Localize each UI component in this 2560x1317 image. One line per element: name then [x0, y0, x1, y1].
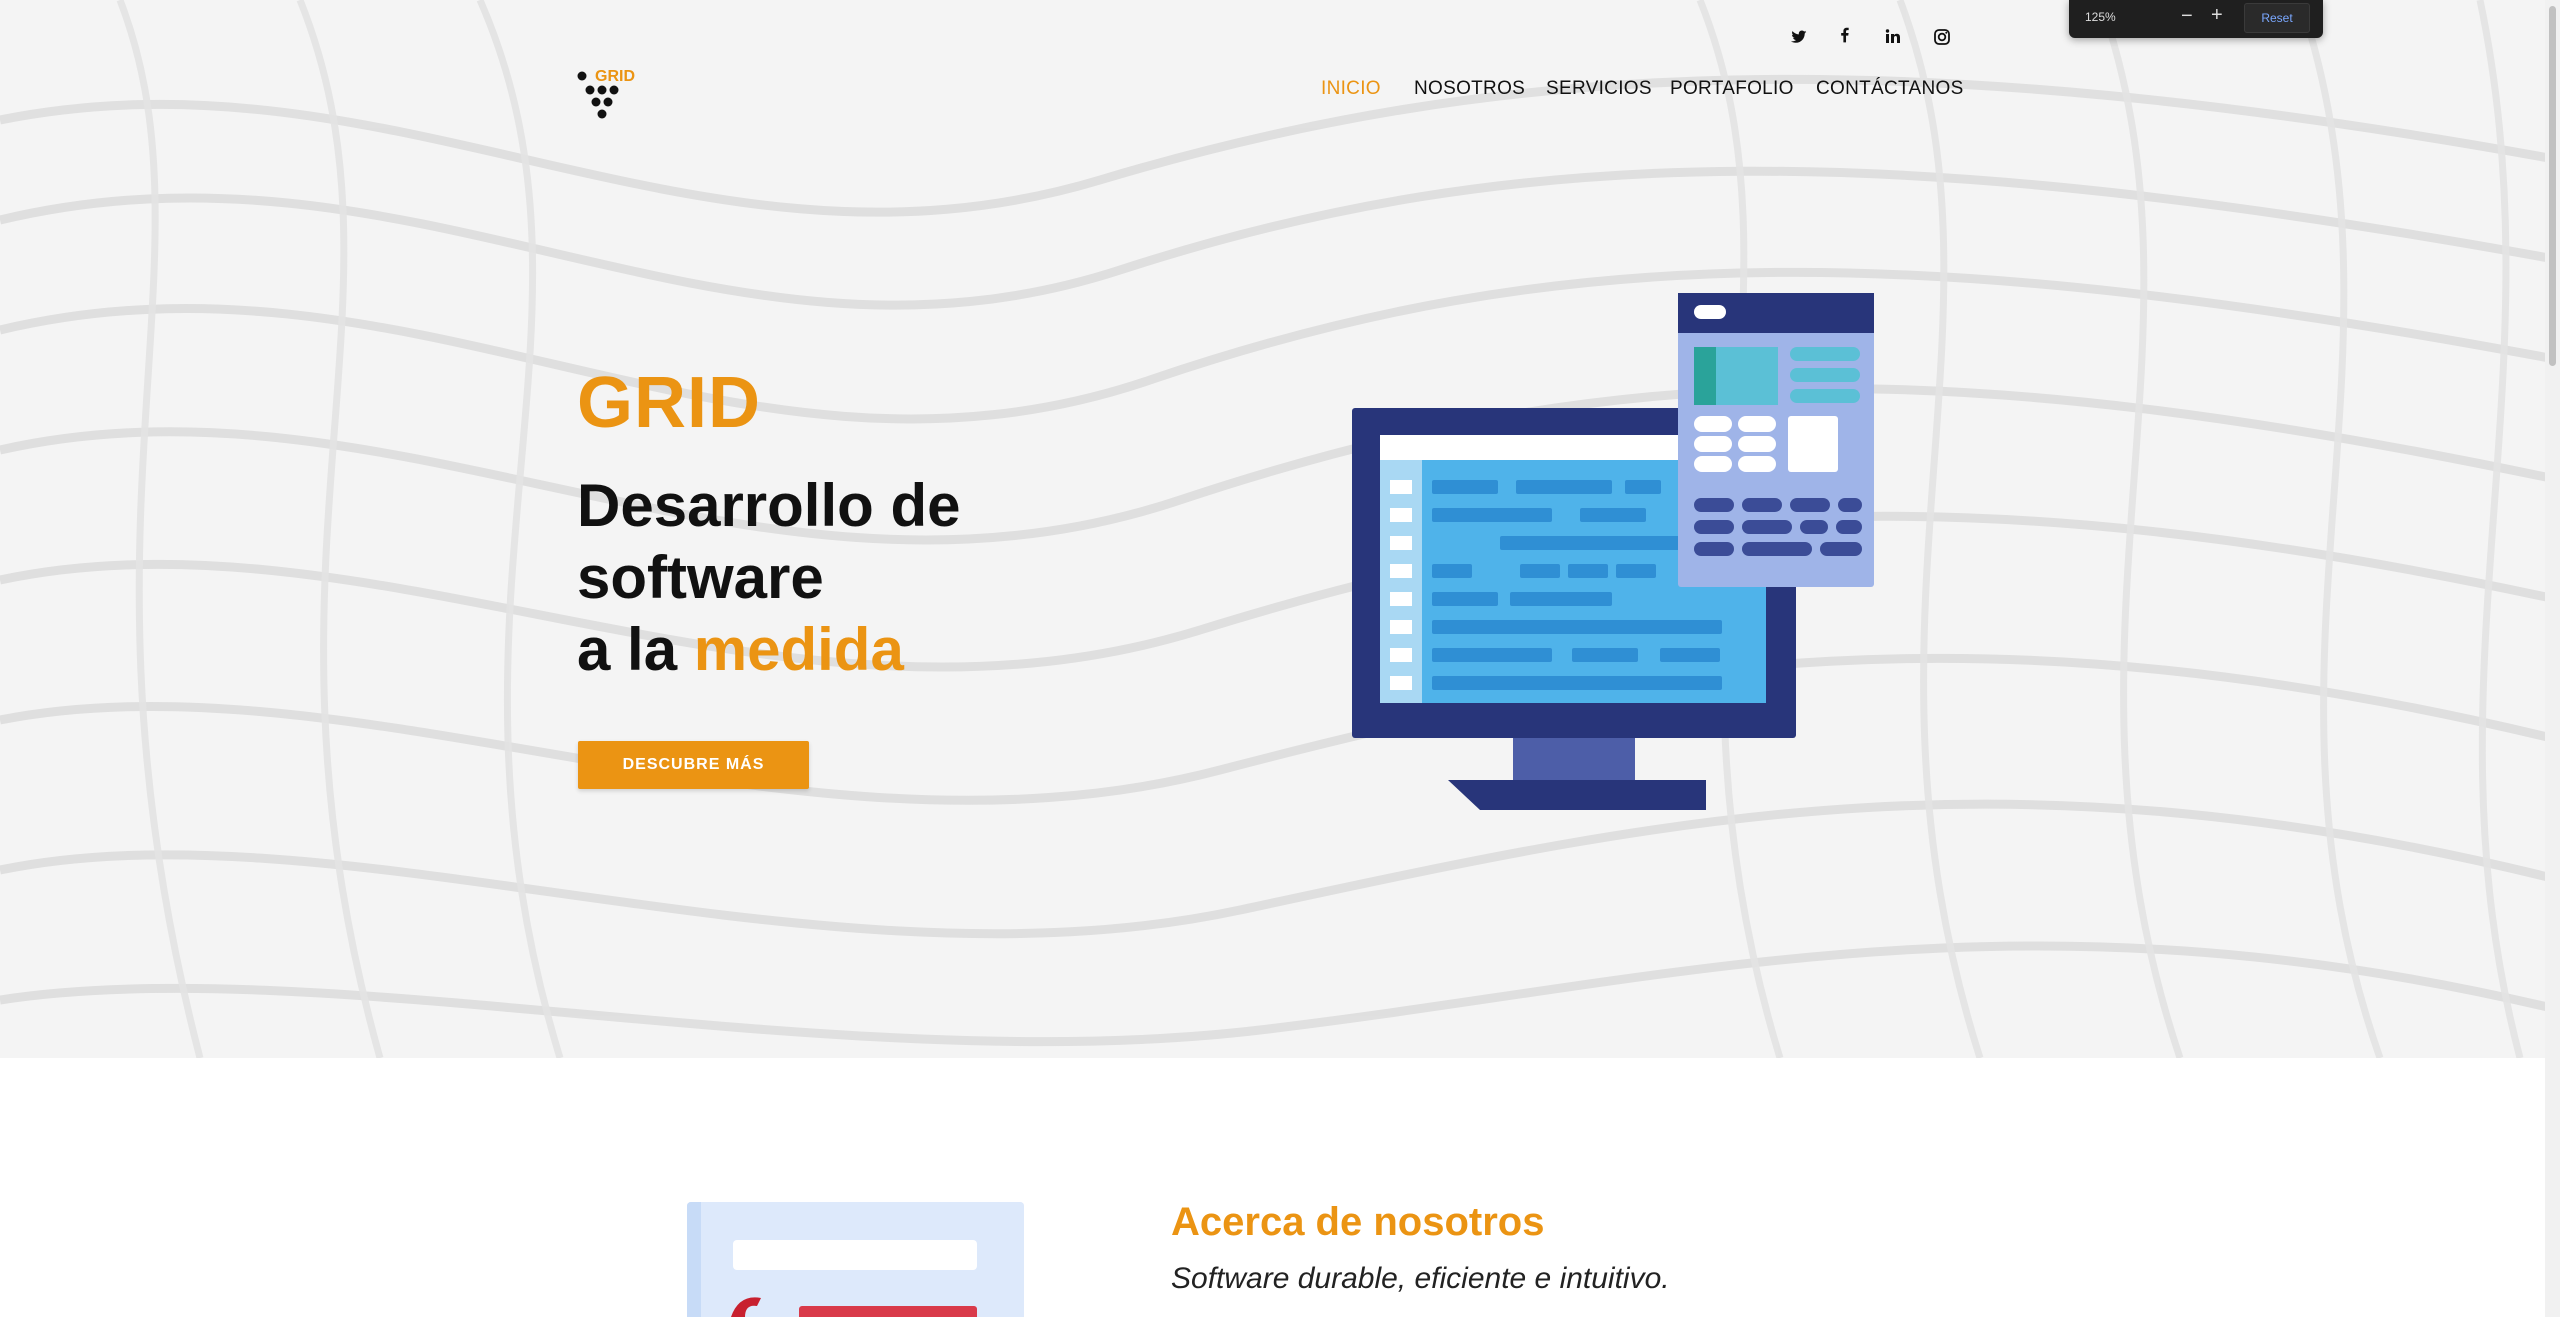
about-subtitle: Software durable, eficiente e intuitivo.	[1171, 1262, 1670, 1295]
wave-background	[0, 0, 2560, 1058]
nav-item-servicios[interactable]: SERVICIOS	[1546, 78, 1652, 100]
nav-item-nosotros[interactable]: NOSOTROS	[1414, 78, 1525, 100]
main-nav: INICIO NOSOTROS SERVICIOS PORTAFOLIO CON…	[1300, 78, 1963, 108]
nav-item-inicio[interactable]: INICIO	[1321, 78, 1381, 100]
zoom-reset-button[interactable]: Reset	[2244, 3, 2310, 33]
linkedin-icon[interactable]	[1878, 22, 1908, 52]
headline-line-1: Desarrollo de	[577, 472, 961, 539]
hero-brand: GRID	[577, 363, 761, 443]
nav-item-portafolio[interactable]: PORTAFOLIO	[1670, 78, 1794, 100]
headline-line-2: software	[577, 544, 824, 611]
headline-line-3: a la medida	[577, 614, 960, 686]
logo-text: GRID	[595, 68, 635, 85]
facebook-icon[interactable]	[1830, 22, 1860, 52]
grid-logo[interactable]: GRID	[576, 64, 646, 124]
scrollbar-thumb[interactable]	[2549, 6, 2556, 366]
zoom-level: 125%	[2085, 10, 2116, 24]
nav-item-contactanos[interactable]: CONTÁCTANOS	[1816, 78, 1964, 100]
headline-prefix: a la	[577, 616, 694, 683]
zoom-out-button[interactable]: −	[2181, 4, 2193, 28]
twitter-icon[interactable]	[1784, 22, 1814, 52]
about-illustration	[687, 1202, 1024, 1317]
about-graphic	[687, 1202, 1024, 1317]
browser-zoom-popup: 125% − + Reset	[2069, 0, 2323, 38]
discover-more-button[interactable]: DESCUBRE MÁS	[578, 741, 809, 789]
hero-section: GRID INICIO NOSOTROS SERVICIOS PORTAFOLI…	[0, 0, 2560, 1058]
instagram-icon[interactable]	[1927, 22, 1957, 52]
headline-accent: medida	[693, 616, 904, 683]
page-scrollbar[interactable]	[2545, 0, 2560, 1317]
about-title: Acerca de nosotros	[1171, 1200, 1545, 1244]
zoom-in-button[interactable]: +	[2211, 3, 2223, 27]
hero-headline: Desarrollo de software a la medida	[577, 470, 960, 686]
logo-mark: GRID	[577, 68, 635, 119]
software-illustration	[1352, 293, 1874, 810]
